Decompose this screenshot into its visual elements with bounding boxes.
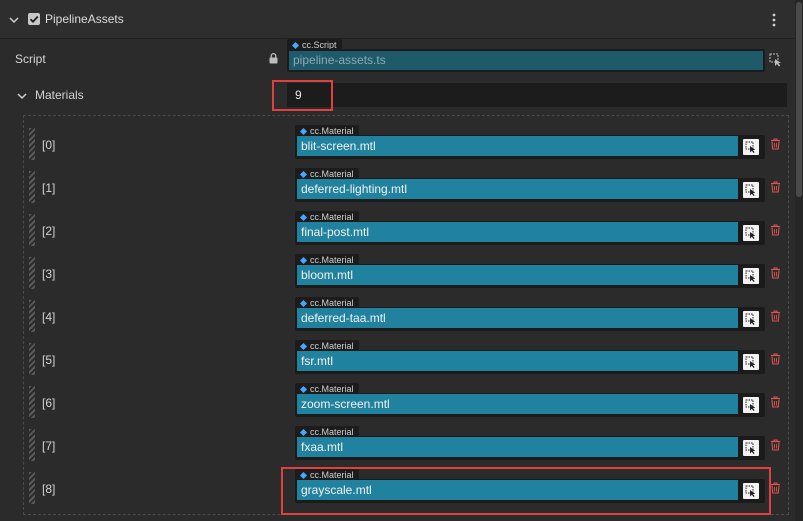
- drag-handle[interactable]: [29, 171, 35, 203]
- type-diamond-icon: [299, 385, 308, 393]
- item-index-label: [5]: [42, 353, 56, 367]
- asset-pick-button[interactable]: [741, 309, 761, 329]
- asset-pick-button[interactable]: [741, 180, 761, 200]
- material-asset-field[interactable]: blit-screen.mtl: [297, 136, 738, 156]
- count-highlight-box: [272, 80, 333, 111]
- item-index-label: [8]: [42, 482, 56, 496]
- item-index-label: [3]: [42, 267, 56, 281]
- item-index-label: [1]: [42, 181, 56, 195]
- asset-picker-icon: [743, 182, 759, 198]
- asset-picker-icon: [743, 354, 759, 370]
- drag-handle[interactable]: [29, 386, 35, 418]
- material-asset-field[interactable]: deferred-taa.mtl: [297, 308, 738, 328]
- collapse-chevron-down-icon[interactable]: [8, 14, 20, 26]
- delete-trash-icon[interactable]: [770, 181, 781, 193]
- asset-pick-button[interactable]: [741, 438, 761, 458]
- script-pick-button[interactable]: [766, 50, 786, 70]
- type-diamond-icon: [299, 213, 308, 221]
- drag-handle[interactable]: [29, 472, 35, 504]
- item-index-label: [0]: [42, 138, 56, 152]
- scrollbar-thumb[interactable]: [796, 2, 802, 197]
- item-index-label: [2]: [42, 224, 56, 238]
- drag-handle[interactable]: [29, 257, 35, 289]
- asset-picker-icon: [743, 225, 759, 241]
- asset-picker-icon: [743, 139, 759, 155]
- material-asset-field[interactable]: zoom-screen.mtl: [297, 394, 738, 414]
- delete-trash-icon[interactable]: [770, 396, 781, 408]
- type-diamond-icon: [299, 256, 308, 264]
- material-asset-field[interactable]: fxaa.mtl: [297, 437, 738, 457]
- asset-picker-icon: [743, 440, 759, 456]
- drag-handle[interactable]: [29, 429, 35, 461]
- selected-item-highlight-box: [281, 467, 771, 515]
- delete-trash-icon[interactable]: [770, 310, 781, 322]
- kebab-menu-icon[interactable]: [771, 13, 777, 27]
- item-index-label: [6]: [42, 396, 56, 410]
- drag-handle[interactable]: [29, 343, 35, 375]
- drag-handle[interactable]: [29, 214, 35, 246]
- material-asset-field[interactable]: bloom.mtl: [297, 265, 738, 285]
- type-diamond-icon: [299, 299, 308, 307]
- component-enabled-checkbox[interactable]: [28, 13, 40, 25]
- type-diamond-icon: [291, 41, 300, 49]
- materials-chevron-down-icon[interactable]: [16, 90, 28, 102]
- item-index-label: [7]: [42, 439, 56, 453]
- material-asset-field[interactable]: fsr.mtl: [297, 351, 738, 371]
- type-diamond-icon: [299, 127, 308, 135]
- material-asset-field[interactable]: deferred-lighting.mtl: [297, 179, 738, 199]
- asset-pick-button[interactable]: [741, 395, 761, 415]
- delete-trash-icon[interactable]: [770, 224, 781, 236]
- asset-pick-button[interactable]: [741, 352, 761, 372]
- asset-pick-button[interactable]: [741, 266, 761, 286]
- asset-pick-button[interactable]: [741, 223, 761, 243]
- asset-picker-icon: [743, 268, 759, 284]
- drag-handle[interactable]: [29, 128, 35, 160]
- delete-trash-icon[interactable]: [770, 353, 781, 365]
- component-title: PipelineAssets: [45, 12, 124, 26]
- drag-handle[interactable]: [29, 300, 35, 332]
- asset-picker-icon: [769, 53, 781, 67]
- delete-trash-icon[interactable]: [770, 138, 781, 150]
- delete-trash-icon[interactable]: [770, 482, 781, 494]
- asset-pick-button[interactable]: [741, 137, 761, 157]
- materials-count-input[interactable]: 9: [287, 83, 787, 107]
- type-diamond-icon: [299, 428, 308, 436]
- type-diamond-icon: [299, 342, 308, 350]
- type-diamond-icon: [299, 170, 308, 178]
- asset-picker-icon: [743, 311, 759, 327]
- item-index-label: [4]: [42, 310, 56, 324]
- delete-trash-icon[interactable]: [770, 267, 781, 279]
- material-asset-field[interactable]: final-post.mtl: [297, 222, 738, 242]
- script-label: Script: [15, 52, 46, 66]
- script-asset-field: pipeline-assets.ts: [289, 51, 763, 70]
- asset-picker-icon: [743, 397, 759, 413]
- lock-icon: [269, 53, 278, 64]
- materials-label: Materials: [35, 88, 84, 102]
- delete-trash-icon[interactable]: [770, 439, 781, 451]
